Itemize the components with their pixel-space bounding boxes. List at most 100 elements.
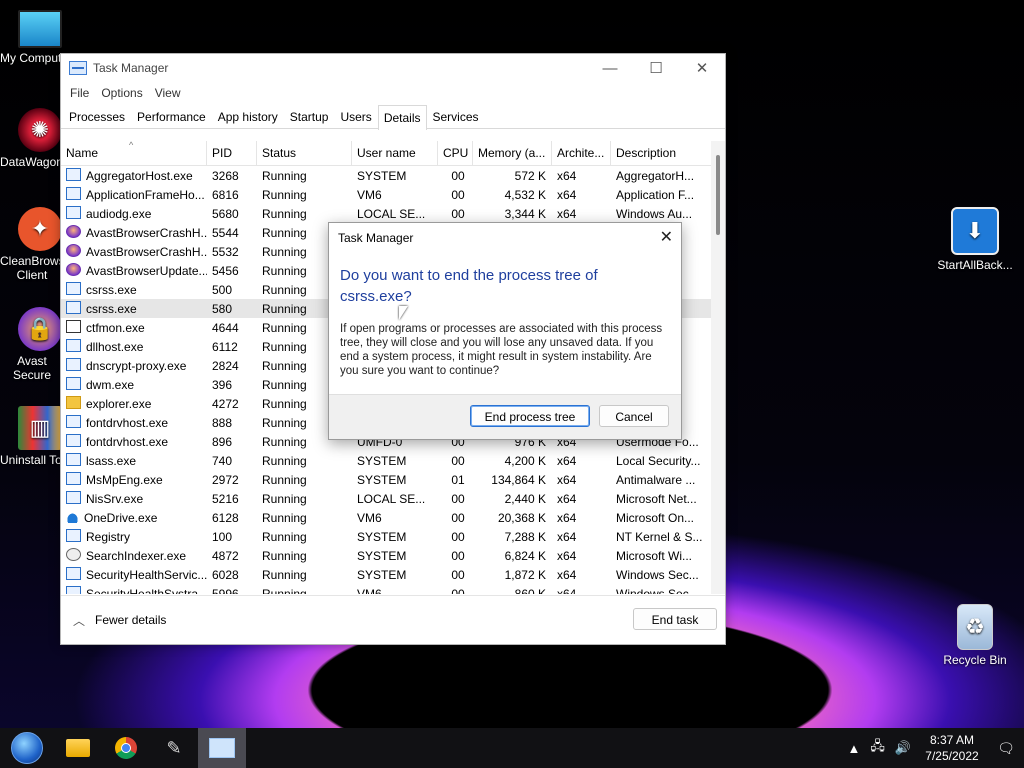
cell-cpu: 00	[451, 510, 465, 525]
column-header-description[interactable]: Description	[611, 141, 711, 165]
cell-architecture: x64	[557, 168, 577, 183]
cell-architecture: x64	[557, 510, 577, 525]
application-icon	[66, 586, 81, 594]
cell-pid: 896	[212, 434, 233, 449]
cloud-icon	[66, 511, 79, 523]
cell-user: SYSTEM	[357, 168, 407, 183]
tab-users[interactable]: Users	[334, 104, 377, 128]
network-icon[interactable]: 🖧	[865, 737, 890, 759]
cell-name: AvastBrowserUpdate...	[61, 263, 207, 278]
application-icon	[66, 377, 81, 390]
cell-status: Running	[262, 586, 307, 595]
tab-app-history[interactable]: App history	[212, 104, 284, 128]
application-icon	[66, 187, 81, 200]
table-row[interactable]: audiodg.exe 5680 Running LOCAL SE... 00 3,344…	[61, 204, 711, 223]
cell-name: SecurityHealthServic...	[61, 567, 207, 582]
menu-file[interactable]: File	[65, 86, 94, 100]
desktop-icon-recycle-bin[interactable]: ♻ Recycle Bin	[935, 604, 1015, 667]
cell-pid: 2972	[212, 472, 239, 487]
column-header-name[interactable]: ^ Name	[61, 140, 207, 165]
taskbar-task-manager[interactable]	[198, 728, 246, 768]
dialog-heading: Do you want to end the process tree of c…	[340, 267, 598, 305]
cell-description: Windows Sec...	[616, 586, 699, 595]
cell-pid: 4272	[212, 396, 239, 411]
volume-icon[interactable]: 🔊	[890, 740, 916, 756]
cell-pid: 5544	[212, 225, 239, 240]
table-row[interactable]: SecurityHealthSystra... 5996 Running VM6 00 8…	[61, 584, 711, 594]
minimize-button[interactable]: —	[587, 54, 633, 82]
application-icon	[66, 567, 81, 580]
desktop-icon-label: Avast Secure Browser	[12, 354, 52, 382]
taskbar-chrome[interactable]	[102, 728, 150, 768]
application-icon	[66, 529, 81, 542]
maximize-button[interactable]: ☐	[633, 54, 679, 82]
cancel-button[interactable]: Cancel	[599, 405, 669, 427]
table-row[interactable]: NisSrv.exe 5216 Running LOCAL SE... 00 2,440 …	[61, 489, 711, 508]
tab-services[interactable]: Services	[427, 104, 485, 128]
dialog-close-icon[interactable]: ✕	[660, 223, 673, 253]
cell-pid: 500	[212, 282, 233, 297]
chevron-up-icon: ︿	[73, 613, 86, 628]
table-row[interactable]: Registry 100 Running SYSTEM 00 7,288 K x64 NT K…	[61, 527, 711, 546]
notification-icon[interactable]: 🗨	[988, 740, 1024, 757]
table-row[interactable]: MsMpEng.exe 2972 Running SYSTEM 01 134,864 K x…	[61, 470, 711, 489]
tab-performance[interactable]: Performance	[131, 104, 212, 128]
end-task-button[interactable]: End task	[633, 608, 717, 630]
end-process-tree-dialog: Task Manager ✕ Do you want to end the pr…	[328, 222, 682, 440]
table-row[interactable]: lsass.exe 740 Running SYSTEM 00 4,200 K x64 Loc…	[61, 451, 711, 470]
application-icon	[66, 472, 81, 485]
cell-status: Running	[262, 548, 307, 563]
end-process-tree-button[interactable]: End process tree	[470, 405, 590, 427]
file-explorer-icon	[66, 739, 90, 757]
column-header-architecture[interactable]: Archite...	[552, 141, 611, 165]
cell-user: SYSTEM	[357, 529, 407, 544]
cell-name: lsass.exe	[61, 453, 207, 468]
cell-user: SYSTEM	[357, 453, 407, 468]
table-row[interactable]: ApplicationFrameHo... 6816 Running VM6 00 4,5…	[61, 185, 711, 204]
clock-date: 7/25/2022	[925, 749, 979, 763]
dialog-title-bar[interactable]: Task Manager ✕	[329, 223, 681, 253]
table-row[interactable]: AggregatorHost.exe 3268 Running SYSTEM 00 572…	[61, 166, 711, 185]
cell-name: SecurityHealthSystra...	[61, 586, 207, 594]
scrollbar-thumb[interactable]	[716, 155, 720, 235]
tab-processes[interactable]: Processes	[63, 104, 131, 128]
cell-architecture: x64	[557, 567, 577, 582]
cell-description: Microsoft Wi...	[616, 548, 693, 563]
taskbar-pinned-app[interactable]: ✎	[150, 728, 198, 768]
desktop-icon-label: StartAllBack...	[937, 258, 1013, 272]
column-header-memory[interactable]: Memory (a...	[473, 141, 552, 165]
application-icon	[66, 206, 81, 219]
cell-status: Running	[262, 472, 307, 487]
title-bar[interactable]: Task Manager — ☐ ✕	[61, 54, 725, 82]
chevron-up-icon[interactable]: ▲	[842, 741, 865, 756]
cell-status: Running	[262, 567, 307, 582]
menu-options[interactable]: Options	[96, 86, 147, 100]
column-header-user[interactable]: User name	[352, 141, 438, 165]
desktop-icon-startallback[interactable]: ⬇ StartAllBack...	[935, 207, 1015, 272]
cell-status: Running	[262, 206, 307, 221]
cell-cpu: 00	[451, 168, 465, 183]
column-header-status[interactable]: Status	[257, 141, 352, 165]
cell-cpu: 00	[451, 586, 465, 595]
table-row[interactable]: SearchIndexer.exe 4872 Running SYSTEM 00 6,82…	[61, 546, 711, 565]
taskbar-file-explorer[interactable]	[54, 728, 102, 768]
start-button[interactable]	[0, 728, 54, 768]
cell-architecture: x64	[557, 491, 577, 506]
task-manager-icon	[209, 738, 235, 758]
cell-name: explorer.exe	[61, 396, 207, 411]
table-row[interactable]: SecurityHealthServic... 6028 Running SYSTEM…	[61, 565, 711, 584]
column-header-cpu[interactable]: CPU	[438, 141, 473, 165]
cell-architecture: x64	[557, 453, 577, 468]
avast-icon	[66, 244, 81, 257]
tab-startup[interactable]: Startup	[284, 104, 335, 128]
vertical-scrollbar[interactable]	[711, 141, 725, 594]
cell-description: NT Kernel & S...	[616, 529, 703, 544]
table-row[interactable]: OneDrive.exe 6128 Running VM6 00 20,368 K x64 M…	[61, 508, 711, 527]
cell-status: Running	[262, 510, 307, 525]
tab-details[interactable]: Details	[377, 105, 427, 130]
column-header-pid[interactable]: PID	[207, 141, 257, 165]
clock[interactable]: 8:37 AM 7/25/2022	[916, 732, 988, 764]
fewer-details-link[interactable]: ︿ Fewer details	[73, 612, 166, 629]
close-button[interactable]: ✕	[679, 54, 725, 82]
menu-view[interactable]: View	[150, 86, 186, 100]
